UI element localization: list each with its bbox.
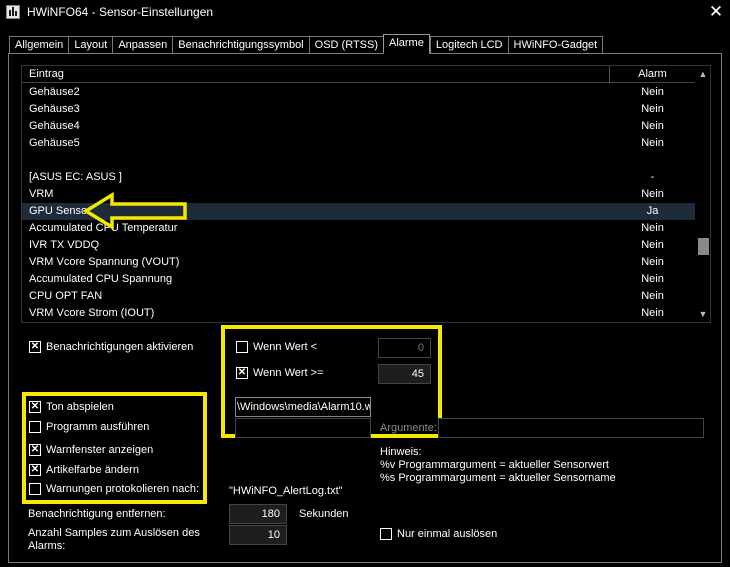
hint-line-name: %s Programmargument = aktueller Sensorna… xyxy=(380,472,616,484)
checkbox-box[interactable] xyxy=(29,483,41,495)
list-item-entry: IVR TX VDDQ xyxy=(29,239,100,251)
scroll-thumb[interactable] xyxy=(698,238,709,255)
list-item-entry: [ASUS EC: ASUS ] xyxy=(29,171,122,183)
arguments-input[interactable] xyxy=(438,418,704,438)
list-item-alarm: Nein xyxy=(641,307,664,319)
list-item[interactable]: IVR TX VDDQ Nein xyxy=(22,237,695,254)
list-item-entry: CPU OPT FAN xyxy=(29,290,103,302)
remove-notification-label: Benachrichtigung entfernen: xyxy=(28,508,166,520)
list-item-entry: Gehäuse5 xyxy=(29,137,80,149)
list-item-alarm: Nein xyxy=(641,188,664,200)
checkbox-box[interactable] xyxy=(29,340,41,354)
list-item-alarm: Nein xyxy=(641,137,664,149)
list-item[interactable]: CPU OPT FAN Nein xyxy=(22,288,695,305)
change-item-color-checkbox[interactable]: Artikelfarbe ändern xyxy=(29,463,139,477)
checkbox-box[interactable] xyxy=(380,528,392,540)
sound-file-input[interactable]: \Windows\media\Alarm10.w xyxy=(235,397,371,417)
list-item[interactable]: Gehäuse3 Nein xyxy=(22,101,695,118)
app-icon xyxy=(6,5,20,19)
list-item[interactable] xyxy=(22,152,695,169)
list-item-alarm: Nein xyxy=(641,120,664,132)
tab-alarme[interactable]: Alarme xyxy=(383,34,430,54)
log-warnings-checkbox[interactable]: Warnungen protokolieren nach: xyxy=(29,483,199,495)
run-program-label: Programm ausführen xyxy=(46,421,150,433)
seconds-label: Sekunden xyxy=(299,508,349,520)
checkbox-box[interactable] xyxy=(29,463,41,477)
samples-label-line2: Alarms: xyxy=(28,540,66,552)
list-item[interactable]: Gehäuse4 Nein xyxy=(22,118,695,135)
list-item[interactable]: Accumulated CPU Spannung Nein xyxy=(22,271,695,288)
checkbox-box[interactable] xyxy=(236,366,248,380)
remove-notification-input[interactable]: 180 xyxy=(229,504,287,524)
value-below-input[interactable]: 0 xyxy=(378,338,431,358)
list-item[interactable]: VRM Vcore Strom (IOUT) Nein xyxy=(22,305,695,322)
tab-layout[interactable]: Layout xyxy=(68,36,113,54)
list-item-entry: GPU Sensor xyxy=(29,205,91,217)
column-header-entry[interactable]: Eintrag xyxy=(29,68,64,80)
tab-logitech-lcd[interactable]: Logitech LCD xyxy=(429,36,508,54)
samples-label-line1: Anzahl Samples zum Auslösen des xyxy=(28,527,200,539)
window-title: HWiNFO64 - Sensor-Einstellungen xyxy=(27,5,214,19)
tab-anpassen[interactable]: Anpassen xyxy=(112,36,173,54)
list-item-alarm: Nein xyxy=(641,222,664,234)
list-item[interactable]: VRM Vcore Spannung (VOUT) Nein xyxy=(22,254,695,271)
list-item-alarm: - xyxy=(650,171,655,183)
close-button[interactable]: ✕ xyxy=(704,2,728,24)
play-sound-checkbox[interactable]: Ton abspielen xyxy=(29,400,114,414)
tab-allgemein[interactable]: Allgemein xyxy=(9,36,69,54)
program-path-input[interactable] xyxy=(235,418,371,438)
tab-strip: Allgemein Layout Anpassen Benachrichtigu… xyxy=(9,34,604,54)
log-warnings-label: Warnungen protokolieren nach: xyxy=(46,483,200,495)
show-warning-window-label: Warnfenster anzeigen xyxy=(46,444,154,456)
list-item[interactable]: Gehäuse5 Nein xyxy=(22,135,695,152)
list-item-entry: VRM Vcore Spannung (VOUT) xyxy=(29,256,180,268)
list-header: Eintrag Alarm xyxy=(22,66,695,83)
list-item-entry: Gehäuse2 xyxy=(29,86,80,98)
play-sound-label: Ton abspielen xyxy=(46,401,114,413)
samples-input[interactable]: 10 xyxy=(229,525,287,545)
value-at-least-input[interactable]: 45 xyxy=(378,364,431,384)
value-at-least-label: Wenn Wert >= xyxy=(253,367,324,379)
column-header-alarm[interactable]: Alarm xyxy=(610,68,695,80)
checkbox-box[interactable] xyxy=(29,421,41,433)
arrow-annotation-icon xyxy=(83,192,187,230)
change-item-color-label: Artikelfarbe ändern xyxy=(46,464,139,476)
checkbox-box[interactable] xyxy=(236,341,248,353)
value-below-checkbox[interactable]: Wenn Wert < xyxy=(236,341,317,353)
list-item-alarm: Nein xyxy=(641,239,664,251)
value-at-least-checkbox[interactable]: Wenn Wert >= xyxy=(236,366,324,380)
trigger-once-label: Nur einmal auslösen xyxy=(397,528,498,540)
list-item-alarm: Nein xyxy=(641,273,664,285)
value-below-label: Wenn Wert < xyxy=(253,341,318,353)
tab-hwinfo-gadget[interactable]: HWiNFO-Gadget xyxy=(507,36,604,54)
list-item-entry: Gehäuse3 xyxy=(29,103,80,115)
list-item[interactable]: Gehäuse2 Nein xyxy=(22,84,695,101)
log-file-name[interactable]: "HWiNFO_AlertLog.txt" xyxy=(229,485,343,497)
list-item-alarm: Ja xyxy=(646,205,659,217)
show-warning-window-checkbox[interactable]: Warnfenster anzeigen xyxy=(29,443,154,457)
scroll-down-icon[interactable]: ▼ xyxy=(695,306,710,322)
list-item-entry: VRM Vcore Strom (IOUT) xyxy=(29,307,155,319)
checkbox-box[interactable] xyxy=(29,400,41,414)
list-item-entry: Gehäuse4 xyxy=(29,120,80,132)
run-program-checkbox[interactable]: Programm ausführen xyxy=(29,421,149,433)
list-item-entry: Accumulated CPU Spannung xyxy=(29,273,173,285)
vertical-scrollbar[interactable]: ▲ ▼ xyxy=(695,66,710,322)
list-item-alarm: Nein xyxy=(641,103,664,115)
checkbox-box[interactable] xyxy=(29,443,41,457)
list-item-alarm: Nein xyxy=(641,256,664,268)
trigger-once-checkbox[interactable]: Nur einmal auslösen xyxy=(380,528,497,540)
scroll-up-icon[interactable]: ▲ xyxy=(695,66,710,82)
enable-notifications-checkbox[interactable]: Benachrichtigungen aktivieren xyxy=(29,340,194,354)
hint-line-value: %v Programmargument = aktueller Sensorwe… xyxy=(380,459,609,471)
list-item-alarm: Nein xyxy=(641,86,664,98)
tab-benachrichtigungssymbol[interactable]: Benachrichtigungssymbol xyxy=(172,36,309,54)
list-item[interactable]: [ASUS EC: ASUS ] - xyxy=(22,169,695,186)
list-item-entry: VRM xyxy=(29,188,54,200)
hint-title: Hinweis: xyxy=(380,446,422,458)
list-item-alarm: Nein xyxy=(641,290,664,302)
enable-notifications-label: Benachrichtigungen aktivieren xyxy=(46,341,194,353)
tab-osd-rtss[interactable]: OSD (RTSS) xyxy=(308,36,383,54)
arguments-label: Argumente: xyxy=(380,422,437,434)
